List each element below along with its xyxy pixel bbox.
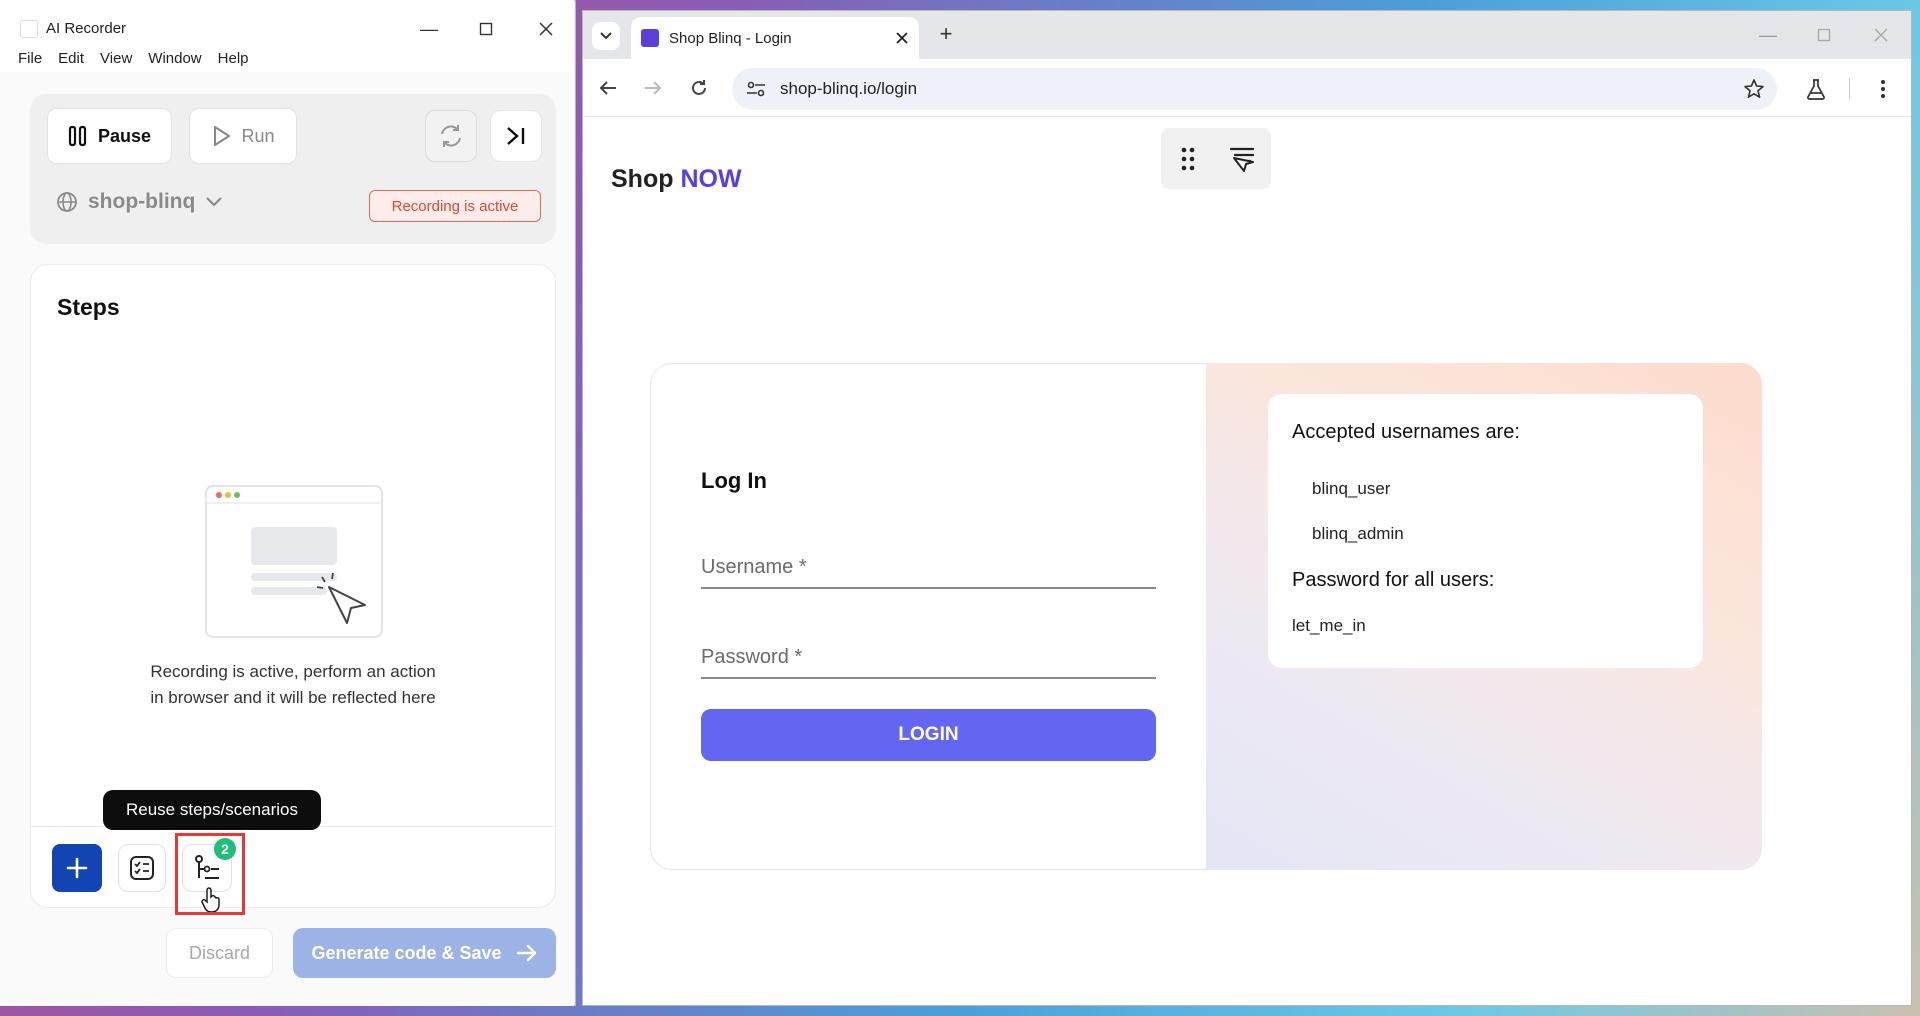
- menu-kebab-icon[interactable]: [1869, 75, 1897, 103]
- username-item: blinq_admin: [1312, 524, 1404, 543]
- browser-close-icon[interactable]: [1861, 20, 1901, 50]
- skip-end-icon: [507, 127, 525, 145]
- run-label: Run: [241, 125, 275, 146]
- tab-close-icon[interactable]: [895, 31, 909, 45]
- refresh-icon: [441, 125, 461, 147]
- address-bar[interactable]: shop-blinq.io/login: [732, 68, 1777, 110]
- empty-state-line-1: Recording is active, perform an action: [150, 662, 436, 681]
- username-item: blinq_user: [1312, 479, 1391, 498]
- discard-button[interactable]: Discard: [166, 928, 273, 978]
- menu-file[interactable]: File: [18, 50, 42, 72]
- app-icon: [20, 20, 38, 38]
- menu-help[interactable]: Help: [218, 50, 249, 72]
- checklist-icon: [130, 856, 154, 880]
- chevron-down-icon: [206, 197, 223, 207]
- run-button[interactable]: Run: [189, 108, 297, 164]
- toolbar-divider: [1849, 78, 1850, 100]
- password-underline: [701, 677, 1156, 679]
- brand-prefix: Shop: [611, 165, 674, 193]
- brand-logo: Shop NOW: [611, 165, 742, 194]
- username-field[interactable]: Username *: [701, 556, 807, 579]
- favicon-icon: [641, 29, 659, 47]
- usernames-heading: Accepted usernames are:: [1292, 421, 1520, 443]
- checklist-button[interactable]: [118, 844, 166, 892]
- add-step-button[interactable]: [52, 844, 102, 892]
- recording-status-badge: Recording is active: [369, 190, 541, 222]
- globe-icon: [57, 192, 77, 212]
- play-icon: [214, 126, 231, 146]
- drag-handle-icon[interactable]: [1180, 146, 1196, 177]
- refresh-button[interactable]: [425, 110, 477, 162]
- pause-button[interactable]: Pause: [47, 108, 172, 164]
- password-heading: Password for all users:: [1292, 569, 1495, 591]
- forward-icon[interactable]: [639, 74, 667, 102]
- close-icon[interactable]: [526, 14, 566, 44]
- empty-state-illustration: [205, 485, 383, 638]
- menu-view[interactable]: View: [100, 50, 132, 72]
- site-settings-icon[interactable]: [746, 81, 766, 97]
- arrow-right-icon: [516, 944, 536, 962]
- skip-to-end-button[interactable]: [490, 110, 542, 162]
- reload-icon[interactable]: [685, 74, 713, 102]
- steps-title: Steps: [57, 294, 120, 320]
- environment-name: shop-blinq: [88, 190, 196, 213]
- generate-code-save-button[interactable]: Generate code & Save: [293, 928, 556, 978]
- pause-label: Pause: [97, 125, 152, 146]
- browser-minimize-icon[interactable]: —: [1748, 20, 1788, 50]
- password-field[interactable]: Password *: [701, 646, 802, 669]
- environment-selector[interactable]: shop-blinq: [56, 190, 223, 214]
- generate-label: Generate code & Save: [311, 942, 502, 963]
- tab-title: Shop Blinq - Login: [669, 29, 792, 47]
- reuse-tooltip: Reuse steps/scenarios: [103, 790, 321, 830]
- password-value: let_me_in: [1292, 616, 1366, 635]
- recorder-title: AI Recorder: [46, 20, 127, 37]
- select-element-icon[interactable]: [1228, 144, 1258, 179]
- login-heading: Log In: [701, 468, 767, 493]
- menubar: File Edit View Window Help: [0, 50, 574, 72]
- minimize-icon[interactable]: —: [409, 14, 449, 44]
- bookmark-star-icon[interactable]: [1740, 75, 1768, 103]
- reuse-steps-icon: [195, 855, 219, 879]
- chevron-down-icon: [600, 32, 612, 40]
- plus-icon: [66, 857, 88, 879]
- hand-cursor-icon: [200, 886, 222, 917]
- maximize-icon[interactable]: [466, 14, 506, 44]
- pause-icon: [68, 125, 87, 147]
- browser-maximize-icon[interactable]: [1804, 20, 1844, 50]
- brand-accent: NOW: [680, 165, 742, 193]
- labs-flask-icon[interactable]: [1802, 75, 1830, 103]
- login-button[interactable]: LOGIN: [701, 709, 1156, 761]
- url-text: shop-blinq.io/login: [780, 79, 918, 98]
- reuse-count-badge: 2: [214, 838, 236, 860]
- empty-state-line-2: in browser and it will be reflected here: [150, 688, 436, 707]
- back-icon[interactable]: [594, 74, 622, 102]
- menu-window[interactable]: Window: [148, 50, 201, 72]
- browser-tab[interactable]: Shop Blinq - Login: [631, 17, 919, 59]
- menu-edit[interactable]: Edit: [58, 50, 84, 72]
- new-tab-button[interactable]: +: [934, 20, 958, 48]
- tab-list-button[interactable]: [592, 22, 620, 50]
- username-underline: [701, 587, 1156, 589]
